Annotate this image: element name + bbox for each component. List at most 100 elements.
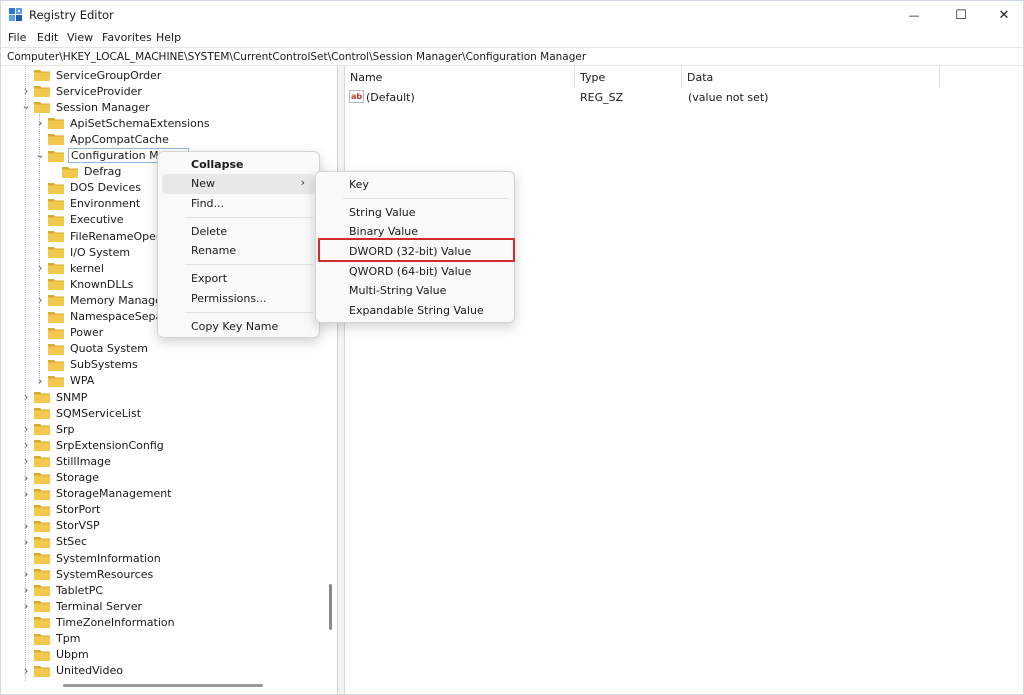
chevron-right-icon[interactable]: › bbox=[35, 373, 45, 389]
column-header-type[interactable]: Type bbox=[575, 66, 682, 88]
menu-copy-key-name[interactable]: Copy Key Name bbox=[162, 317, 315, 337]
tree-guide-line bbox=[39, 114, 40, 382]
value-row-default[interactable]: ab (Default) REG_SZ (value not set) bbox=[345, 88, 1023, 106]
chevron-right-icon[interactable]: › bbox=[21, 518, 31, 534]
tree-item[interactable]: › Srp bbox=[21, 421, 77, 437]
chevron-right-icon[interactable]: › bbox=[21, 566, 31, 582]
chevron-right-icon[interactable]: › bbox=[35, 292, 45, 308]
menu-find[interactable]: Find... bbox=[162, 194, 315, 214]
menu-delete[interactable]: Delete bbox=[162, 222, 315, 242]
folder-icon bbox=[34, 102, 50, 114]
tree-item[interactable]: › SystemResources bbox=[21, 566, 155, 582]
tree-horizontal-scrollbar[interactable] bbox=[63, 684, 263, 687]
tree-item[interactable]: AppCompatCache bbox=[35, 131, 171, 147]
tree-item[interactable]: Tpm bbox=[21, 631, 82, 647]
menu-permissions[interactable]: Permissions... bbox=[162, 289, 315, 309]
chevron-right-icon[interactable]: › bbox=[35, 260, 45, 276]
tree-item[interactable]: StorPort bbox=[21, 502, 102, 518]
tree-item-label: Executive bbox=[70, 213, 124, 227]
tree-item[interactable]: Defrag bbox=[49, 164, 123, 180]
chevron-right-icon[interactable]: › bbox=[21, 453, 31, 469]
tree-item[interactable]: Power bbox=[35, 325, 105, 341]
column-header-data[interactable]: Data bbox=[682, 66, 940, 88]
chevron-right-icon[interactable]: › bbox=[35, 115, 45, 131]
tree-item-label: Environment bbox=[70, 197, 141, 211]
tree-item[interactable]: › StSec bbox=[21, 534, 89, 550]
folder-icon bbox=[48, 198, 64, 210]
chevron-right-icon[interactable]: › bbox=[21, 83, 31, 99]
tree-item[interactable]: › TabletPC bbox=[21, 582, 105, 598]
tree-item-label: ServiceGroupOrder bbox=[56, 68, 162, 82]
tree-item[interactable]: › UnitedVideo bbox=[21, 663, 125, 679]
tree-item[interactable]: › StillImage bbox=[21, 453, 113, 469]
tree-item[interactable]: Environment bbox=[35, 196, 142, 212]
menu-favorites[interactable]: Favorites bbox=[102, 31, 152, 44]
tree-item[interactable]: › ApiSetSchemaExtensions bbox=[35, 115, 212, 131]
tree-item[interactable]: Quota System bbox=[35, 341, 150, 357]
submenu-qword-value[interactable]: QWORD (64-bit) Value bbox=[320, 262, 510, 282]
chevron-right-icon[interactable]: › bbox=[21, 421, 31, 437]
tree-item[interactable]: › SNMP bbox=[21, 389, 89, 405]
chevron-right-icon[interactable]: › bbox=[21, 437, 31, 453]
maximize-icon: ☐ bbox=[955, 7, 967, 23]
chevron-right-icon[interactable]: › bbox=[21, 389, 31, 405]
chevron-down-icon[interactable]: ⌄ bbox=[21, 99, 31, 115]
tree-item[interactable]: SystemInformation bbox=[21, 550, 163, 566]
tree-item[interactable]: › ServiceProvider bbox=[21, 83, 144, 99]
submenu-key[interactable]: Key bbox=[320, 175, 510, 195]
tree-item[interactable]: › kernel bbox=[35, 260, 106, 276]
tree-item[interactable]: SubSystems bbox=[35, 357, 140, 373]
tree-item-label: StorageManagement bbox=[56, 487, 172, 501]
tree-item[interactable]: I/O System bbox=[35, 244, 132, 260]
tree-item[interactable]: SQMServiceList bbox=[21, 405, 143, 421]
chevron-right-icon[interactable]: › bbox=[21, 486, 31, 502]
folder-icon bbox=[34, 488, 50, 500]
tree-item[interactable]: KnownDLLs bbox=[35, 276, 135, 292]
chevron-right-icon[interactable]: › bbox=[21, 598, 31, 614]
column-header-name[interactable]: Name bbox=[345, 66, 575, 88]
chevron-right-icon[interactable]: › bbox=[21, 470, 31, 486]
menu-help[interactable]: Help bbox=[156, 31, 181, 44]
address-path[interactable]: Computer\HKEY_LOCAL_MACHINE\SYSTEM\Curre… bbox=[7, 51, 586, 63]
tree-item[interactable]: › Storage bbox=[21, 470, 101, 486]
menu-rename[interactable]: Rename bbox=[162, 241, 315, 261]
tree-item[interactable]: › Memory Managem bbox=[35, 292, 175, 308]
tree-item[interactable]: › StorVSP bbox=[21, 518, 102, 534]
submenu-multi-string-value[interactable]: Multi-String Value bbox=[320, 281, 510, 301]
folder-icon bbox=[48, 343, 64, 355]
tree-item[interactable]: Ubpm bbox=[21, 647, 91, 663]
address-bar[interactable]: Computer\HKEY_LOCAL_MACHINE\SYSTEM\Curre… bbox=[1, 47, 1023, 66]
minimize-button[interactable]: — bbox=[891, 1, 937, 29]
tree-item[interactable]: › WPA bbox=[35, 373, 96, 389]
menu-separator bbox=[185, 217, 313, 218]
menu-collapse[interactable]: Collapse bbox=[162, 155, 315, 175]
chevron-down-icon[interactable]: ⌄ bbox=[35, 148, 45, 164]
folder-icon bbox=[34, 408, 50, 420]
chevron-right-icon[interactable]: › bbox=[21, 534, 31, 550]
menu-view[interactable]: View bbox=[67, 31, 93, 44]
tree-item[interactable]: TimeZoneInformation bbox=[21, 614, 177, 630]
values-list-pane[interactable]: Name Type Data ab (Default) REG_SZ (valu… bbox=[344, 66, 1023, 694]
tree-item[interactable]: ⌄ Session Manager bbox=[21, 99, 152, 115]
folder-icon bbox=[34, 86, 50, 98]
close-button[interactable]: ✕ bbox=[981, 1, 1023, 29]
menu-new[interactable]: New › bbox=[162, 174, 315, 194]
folder-icon bbox=[48, 359, 64, 371]
chevron-right-icon[interactable]: › bbox=[21, 663, 31, 679]
menu-export[interactable]: Export bbox=[162, 269, 315, 289]
menu-separator bbox=[343, 198, 508, 199]
tree-item[interactable]: ServiceGroupOrder bbox=[21, 67, 163, 83]
chevron-right-icon[interactable]: › bbox=[21, 582, 31, 598]
menu-edit[interactable]: Edit bbox=[37, 31, 58, 44]
maximize-button[interactable]: ☐ bbox=[938, 1, 984, 29]
tree-item[interactable]: › SrpExtensionConfig bbox=[21, 437, 166, 453]
menu-file[interactable]: File bbox=[8, 31, 26, 44]
submenu-expandable-string-value[interactable]: Expandable String Value bbox=[320, 301, 510, 321]
tree-item[interactable]: DOS Devices bbox=[35, 180, 143, 196]
tree-item[interactable]: › Terminal Server bbox=[21, 598, 144, 614]
tree-item[interactable]: Executive bbox=[35, 212, 126, 228]
tree-vertical-scrollbar[interactable] bbox=[329, 584, 332, 630]
submenu-string-value[interactable]: String Value bbox=[320, 203, 510, 223]
tree-item[interactable]: › StorageManagement bbox=[21, 486, 174, 502]
